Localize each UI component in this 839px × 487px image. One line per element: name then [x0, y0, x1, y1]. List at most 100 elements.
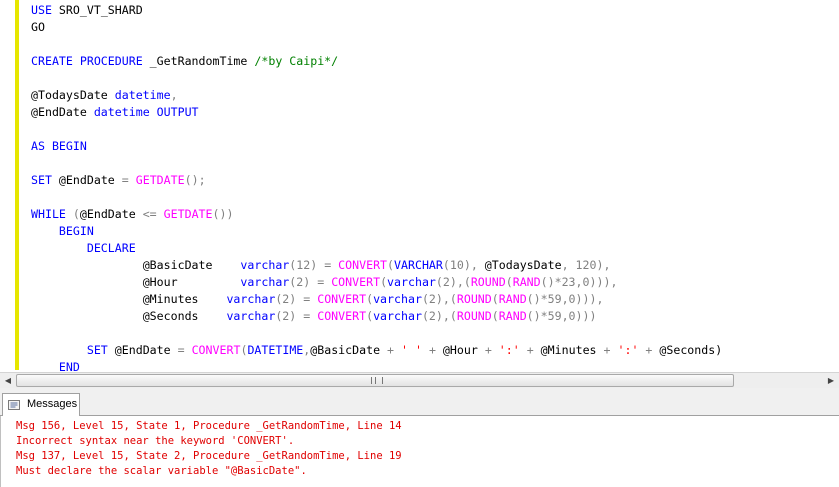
code-token: END [58, 360, 80, 372]
code-token: CONVERT [191, 343, 241, 357]
change-tracking-bar [15, 0, 19, 370]
code-token: (2) = [275, 309, 318, 323]
code-token: DATETIME [247, 343, 304, 357]
code-token: CONVERT [338, 258, 388, 272]
code-token: CREATE PROCEDURE [31, 54, 143, 68]
code-token: ( [491, 309, 499, 323]
code-token: USE [31, 3, 52, 17]
error-message-line: Msg 156, Level 15, State 1, Procedure _G… [16, 420, 402, 432]
code-line: @Minutes varchar(2) = CONVERT(varchar(2)… [31, 291, 839, 308]
code-token: varchar [373, 309, 422, 323]
code-token: AS BEGIN [31, 139, 87, 153]
code-token: + [603, 343, 611, 357]
code-token: ROUND [470, 275, 506, 289]
code-token: varchar [240, 275, 290, 289]
code-token: _GetRandomTime [142, 54, 255, 68]
code-token: (2),( [421, 292, 457, 306]
code-lines[interactable]: USE SRO_VT_SHARD GO CREATE PROCEDURE _GetR… [31, 2, 839, 372]
code-token: + [387, 343, 395, 357]
code-token: CONVERT [331, 275, 381, 289]
code-token: (); [184, 173, 206, 187]
code-token: BEGIN [58, 224, 94, 238]
code-token: ()*23,0))), [540, 275, 618, 289]
message-lines: Msg 156, Level 15, State 1, Procedure _G… [16, 419, 402, 479]
scroll-right-arrow-icon[interactable]: ▶ [823, 373, 839, 388]
code-token: varchar [387, 275, 436, 289]
code-token: ':' [617, 343, 639, 357]
code-token: @EndDate [51, 173, 122, 187]
code-token: ()) [212, 207, 234, 221]
code-token: <= [142, 207, 157, 221]
code-line: @EndDate datetime OUTPUT [31, 104, 839, 121]
scrollbar-grip-icon [371, 377, 383, 384]
editor-margin [0, 0, 15, 372]
code-line: @BasicDate varchar(12) = CONVERT(VARCHAR… [31, 257, 839, 274]
code-token: CONVERT [317, 309, 367, 323]
tab-messages[interactable]: Messages [2, 393, 80, 416]
code-token: varchar [373, 292, 422, 306]
code-line: WHILE (@EndDate <= GETDATE()) [31, 206, 839, 223]
code-token: @EndDate [31, 105, 94, 119]
code-token: ( [65, 207, 80, 221]
code-token: GETDATE [163, 207, 213, 221]
code-token: @Hour [142, 275, 241, 289]
code-token: ()*59,0))) [526, 309, 597, 323]
code-token: @BasicDate [310, 343, 388, 357]
code-token: ( [505, 275, 513, 289]
code-line: BEGIN [31, 223, 839, 240]
code-token: ()*59,0))), [526, 292, 604, 306]
scroll-left-arrow-icon[interactable]: ◀ [0, 373, 16, 388]
code-token: = [121, 173, 129, 187]
tab-messages-label: Messages [27, 398, 78, 410]
code-token: @Seconds [142, 309, 227, 323]
code-token: SET [31, 173, 52, 187]
code-token: (2),( [421, 309, 457, 323]
code-line: END [31, 359, 839, 372]
code-token: DECLARE [86, 241, 136, 255]
code-token: @TodaysDate [31, 88, 115, 102]
code-token: CONVERT [317, 292, 367, 306]
error-message-line: Must declare the scalar variable "@Basic… [16, 465, 307, 477]
code-token: @Minutes [533, 343, 604, 357]
code-line: USE SRO_VT_SHARD [31, 2, 839, 19]
code-token: @Minutes [142, 292, 227, 306]
results-tab-strip: Messages [0, 388, 839, 416]
code-token: RAND [512, 275, 541, 289]
horizontal-scrollbar[interactable]: ◀ ▶ [0, 372, 839, 388]
code-token: ( [387, 258, 395, 272]
error-message-line: Msg 137, Level 15, State 2, Procedure _G… [16, 450, 402, 462]
messages-pane: Msg 156, Level 15, State 1, Procedure _G… [0, 416, 839, 487]
code-token: VARCHAR [394, 258, 443, 272]
code-token: datetime OUTPUT [93, 105, 199, 119]
code-token: + [484, 343, 492, 357]
code-token: , [170, 88, 178, 102]
code-token: @TodaysDate [484, 258, 562, 272]
code-line: GO [31, 19, 839, 36]
code-line: CREATE PROCEDURE _GetRandomTime /*by Cai… [31, 53, 839, 70]
code-token: ( [380, 275, 388, 289]
query-editor[interactable]: USE SRO_VT_SHARD GO CREATE PROCEDURE _GetR… [0, 0, 839, 372]
code-line: @Seconds varchar(2) = CONVERT(varchar(2)… [31, 308, 839, 325]
code-token: GO [31, 20, 45, 34]
code-line: SET @EndDate = GETDATE(); [31, 172, 839, 189]
scrollbar-thumb[interactable] [16, 374, 734, 387]
code-token: RAND [498, 292, 527, 306]
